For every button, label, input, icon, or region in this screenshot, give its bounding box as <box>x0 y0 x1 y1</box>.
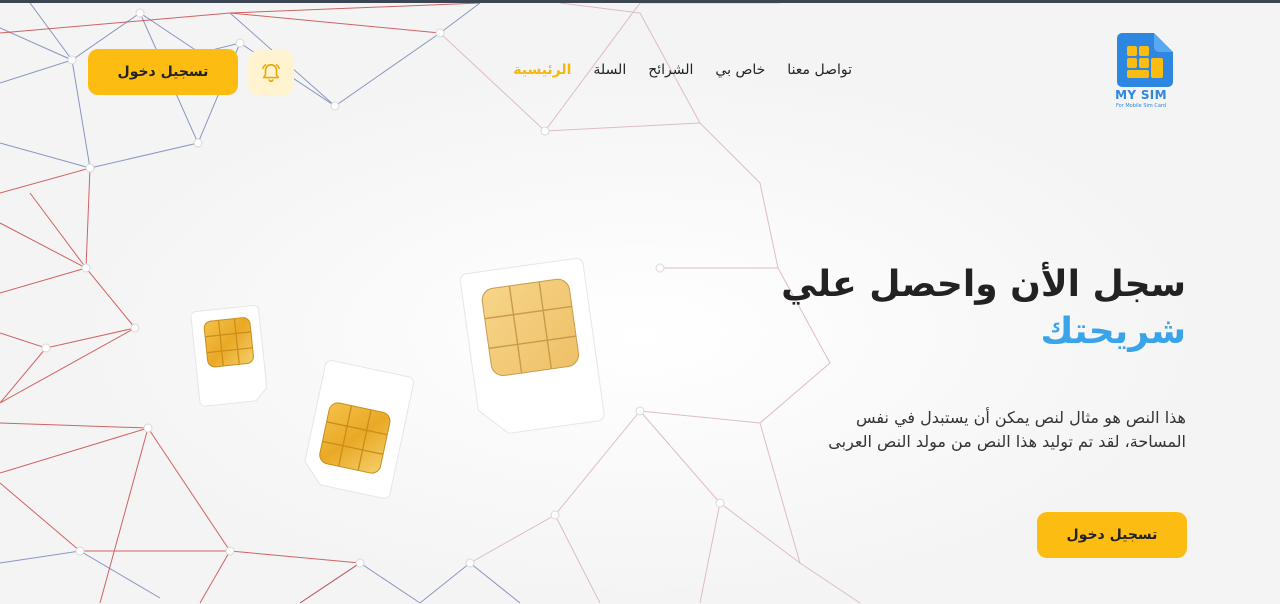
nav-item-home[interactable]: الرئيسية <box>513 62 571 78</box>
nav-item-my-account[interactable]: خاص بي <box>715 62 765 78</box>
hero-section: سجل الأن واحصل علي شريحتك هذا النص هو مث… <box>746 262 1186 454</box>
logo[interactable]: MY SIM For Mobile Sim Card <box>1110 30 1180 114</box>
header-login-button[interactable]: تسجيل دخول <box>88 49 238 95</box>
hero-login-button[interactable]: تسجيل دخول <box>1037 512 1187 558</box>
site-header: MY SIM For Mobile Sim Card الرئيسية السل… <box>0 0 1280 140</box>
main-nav: الرئيسية السلة الشرائح خاص بي تواصل معنا <box>513 62 852 78</box>
logo-title: MY SIM <box>1115 88 1167 102</box>
notifications-button[interactable] <box>248 50 294 96</box>
hero-title: سجل الأن واحصل علي <box>781 264 1186 305</box>
hero-title-highlight: شريحتك <box>1040 311 1186 352</box>
sim-logo-icon <box>1117 33 1173 87</box>
nav-item-contact[interactable]: تواصل معنا <box>787 62 852 78</box>
nav-item-sims[interactable]: الشرائح <box>648 62 693 78</box>
hero-description: هذا النص هو مثال لنص يمكن أن يستبدل في ن… <box>828 408 1186 451</box>
bell-icon <box>262 63 280 83</box>
nav-item-cart[interactable]: السلة <box>593 62 626 78</box>
logo-tagline: For Mobile Sim Card <box>1115 103 1167 109</box>
